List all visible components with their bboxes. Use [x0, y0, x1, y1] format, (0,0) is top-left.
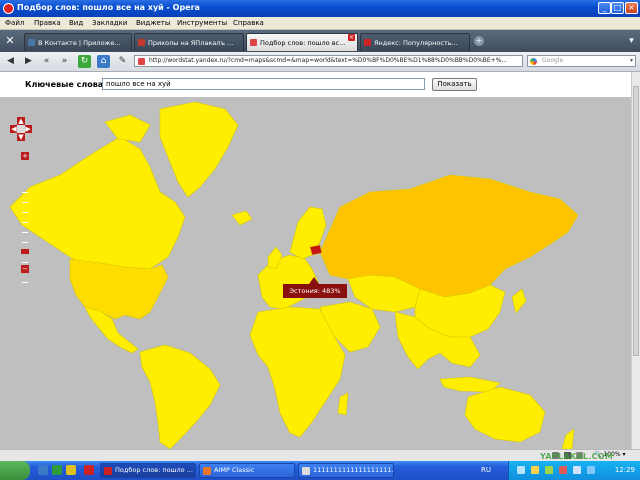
reload-icon[interactable]: ↻: [78, 55, 91, 68]
search-engine-dropdown-icon[interactable]: ▾: [630, 57, 633, 64]
aimp-task-icon: [203, 467, 211, 475]
tab-label: Подбор слов: пошло вс...: [260, 39, 346, 47]
world-map-svg: [9, 101, 579, 449]
menu-view[interactable]: Вид: [69, 19, 83, 27]
opera-logo-icon: [3, 3, 14, 14]
minimize-button[interactable]: _: [598, 2, 611, 14]
region-south-america: [139, 344, 221, 449]
show-button[interactable]: Показать: [432, 78, 477, 91]
forward-icon[interactable]: ▶: [22, 55, 35, 68]
task-aimp[interactable]: AIMP Classic: [199, 463, 295, 478]
home-icon[interactable]: ⌂: [97, 55, 110, 68]
tab-label: Яндекс: Популярность...: [374, 39, 458, 47]
region-new-zealand: [561, 428, 575, 449]
tools-icon[interactable]: ✕: [3, 34, 17, 48]
pan-center-icon[interactable]: [17, 125, 25, 133]
watermark-logo: YAPLAKAL.COM: [540, 452, 614, 461]
opera-task-icon: [104, 467, 112, 475]
task-other[interactable]: 1111111111111111111...: [298, 463, 394, 478]
pan-down-icon[interactable]: ▼: [17, 133, 25, 141]
wordstat-favicon-icon: [250, 39, 257, 46]
keywords-input[interactable]: пошло все на хуй: [102, 78, 425, 90]
window-task-icon: [302, 467, 310, 475]
tab-yandex[interactable]: Яндекс: Популярность...: [360, 33, 470, 51]
tab-wordstat[interactable]: Подбор слов: пошло вс... ×: [246, 33, 358, 51]
back-icon[interactable]: ◀: [4, 55, 17, 68]
pan-right-icon[interactable]: ▶: [24, 125, 32, 133]
keywords-label: Ключевые слова:: [25, 80, 107, 89]
world-map[interactable]: ▲ ◀ ▶ ▼ + − Эстония: 483%: [0, 97, 631, 449]
navigation-toolbar: ◀ ▶ « » ↻ ⌂ ✎ http://wordstat.yandex.ru/…: [0, 52, 640, 72]
pan-up-icon[interactable]: ▲: [17, 117, 25, 125]
task-opera[interactable]: Подбор слов: пошло ...: [100, 463, 196, 478]
edit-icon[interactable]: ✎: [116, 55, 129, 68]
region-japan: [511, 288, 527, 314]
quicklaunch-media-icon[interactable]: [52, 465, 62, 475]
window-title: Подбор слов: пошло все на хуй - Opera: [17, 3, 200, 12]
menu-file[interactable]: Файл: [5, 19, 24, 27]
task-label: Подбор слов: пошло ...: [115, 466, 193, 474]
close-button[interactable]: ×: [625, 2, 638, 14]
zoom-slider[interactable]: [22, 192, 28, 292]
menu-bookmarks[interactable]: Закладки: [92, 19, 127, 27]
page-content: Ключевые слова: пошло все на хуй Показат…: [0, 72, 631, 449]
search-field[interactable]: Google ▾: [527, 55, 636, 67]
rewind-icon[interactable]: «: [40, 55, 53, 68]
region-madagascar: [337, 392, 349, 416]
menu-bar: Файл Правка Вид Закладки Виджеты Инструм…: [0, 17, 640, 30]
clock[interactable]: 12:29: [615, 466, 635, 474]
vk-favicon-icon: [28, 39, 35, 46]
region-canada: [9, 136, 186, 270]
region-australia: [464, 386, 546, 443]
tab-menu-icon[interactable]: ▾: [626, 36, 637, 47]
zoom-level-handle[interactable]: [21, 249, 29, 254]
new-tab-icon[interactable]: +: [474, 36, 484, 46]
network-icon[interactable]: [587, 466, 595, 474]
maximize-button[interactable]: □: [611, 2, 624, 14]
close-tab-icon[interactable]: ×: [348, 34, 355, 41]
region-greenland: [159, 101, 239, 198]
tab-vkontakte[interactable]: В Контакте | Приложе...: [24, 33, 132, 51]
address-field[interactable]: http://wordstat.yandex.ru/?cmd=maps&scmd…: [134, 55, 523, 67]
language-indicator[interactable]: RU: [481, 466, 491, 474]
start-button[interactable]: [0, 461, 30, 480]
region-estonia: [309, 244, 323, 256]
yandex-favicon-icon: [364, 39, 371, 46]
search-placeholder: Google: [542, 57, 564, 64]
tray-icon-4[interactable]: [559, 466, 567, 474]
quicklaunch-opera-icon[interactable]: [84, 465, 94, 475]
region-usa: [69, 258, 169, 320]
tab-label: Приколы на ЯПлакалъ ...: [148, 39, 234, 47]
address-text: http://wordstat.yandex.ru/?cmd=maps&scmd…: [149, 57, 508, 64]
task-label: AIMP Classic: [214, 466, 255, 474]
tray-icon-3[interactable]: [545, 466, 553, 474]
yaplakal-favicon-icon: [138, 39, 145, 46]
tab-yaplakal[interactable]: Приколы на ЯПлакалъ ...: [134, 33, 244, 51]
quicklaunch-ie-icon[interactable]: [38, 465, 48, 475]
tray-icon-1[interactable]: [517, 466, 525, 474]
quicklaunch-folder-icon[interactable]: [66, 465, 76, 475]
window-title-bar[interactable]: Подбор слов: пошло все на хуй - Opera _ …: [0, 0, 640, 17]
task-label: 1111111111111111111...: [313, 466, 394, 474]
site-favicon-icon: [138, 58, 145, 65]
system-tray: RU 12:29: [481, 461, 640, 480]
zoom-in-button[interactable]: +: [21, 152, 29, 160]
vertical-scrollbar[interactable]: [631, 72, 640, 449]
google-icon: [530, 58, 537, 65]
volume-icon[interactable]: [573, 466, 581, 474]
menu-help[interactable]: Справка: [233, 19, 264, 27]
taskbar: Подбор слов: пошло ... AIMP Classic 1111…: [0, 461, 640, 480]
fast-forward-icon[interactable]: »: [58, 55, 71, 68]
menu-widgets[interactable]: Виджеты: [136, 19, 170, 27]
region-iceland: [231, 210, 253, 226]
region-tooltip: Эстония: 483%: [283, 277, 347, 298]
menu-tools[interactable]: Инструменты: [177, 19, 227, 27]
menu-edit[interactable]: Правка: [34, 19, 61, 27]
tray-icon-2[interactable]: [531, 466, 539, 474]
region-arctic-islands: [104, 114, 151, 143]
zoom-out-button[interactable]: −: [21, 265, 29, 273]
tab-label: В Контакте | Приложе...: [38, 39, 121, 47]
tab-bar: ✕ В Контакте | Приложе... Приколы на ЯПл…: [0, 30, 640, 52]
scrollbar-thumb[interactable]: [633, 86, 639, 356]
